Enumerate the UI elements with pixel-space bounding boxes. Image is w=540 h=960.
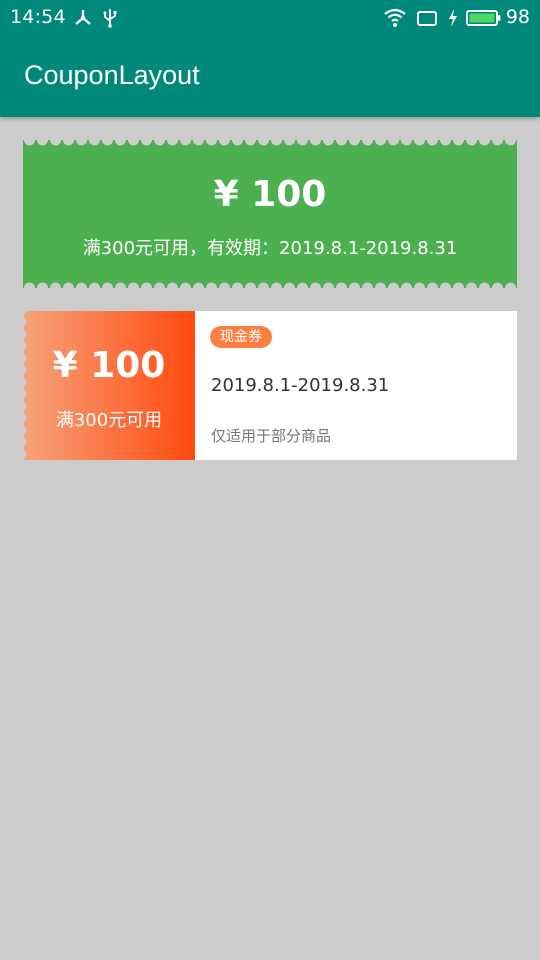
coupon-right-panel: 现金券 2019.8.1-2019.8.31 仅适用于部分商品 — [195, 311, 517, 460]
app-bar: CouponLayout — [0, 36, 540, 117]
coupon-description: 满300元可用，有效期：2019.8.1-2019.8.31 — [82, 238, 458, 259]
status-time: 14:54 — [10, 6, 66, 28]
coupon-scope: 仅适用于部分商品 — [211, 427, 332, 445]
page-title: CouponLayout — [24, 60, 200, 90]
coupon-amount: ¥ 100 — [213, 174, 327, 215]
battery-percent: 98 — [505, 6, 530, 28]
battery-icon — [466, 7, 502, 29]
status-bar: 14:54 98 — [0, 0, 540, 36]
usb-icon — [99, 7, 121, 29]
coupon-card-green[interactable]: ¥ 100 满300元可用，有效期：2019.8.1-2019.8.31 — [23, 140, 517, 288]
charging-icon — [446, 7, 460, 29]
coupon-type-badge: 现金券 — [210, 326, 272, 348]
network-share-icon — [72, 7, 94, 29]
coupon-left-panel: ¥ 100 满300元可用 — [23, 311, 195, 460]
wifi-icon — [383, 7, 407, 29]
screen-icon — [416, 7, 438, 29]
coupon-min-spend: 满300元可用 — [55, 410, 163, 431]
coupon-date-range: 2019.8.1-2019.8.31 — [211, 375, 390, 396]
coupon-card-orange[interactable]: ¥ 100 满300元可用 现金券 2019.8.1-2019.8.31 仅适用… — [23, 311, 517, 460]
coupon-amount: ¥ 100 — [52, 345, 166, 386]
